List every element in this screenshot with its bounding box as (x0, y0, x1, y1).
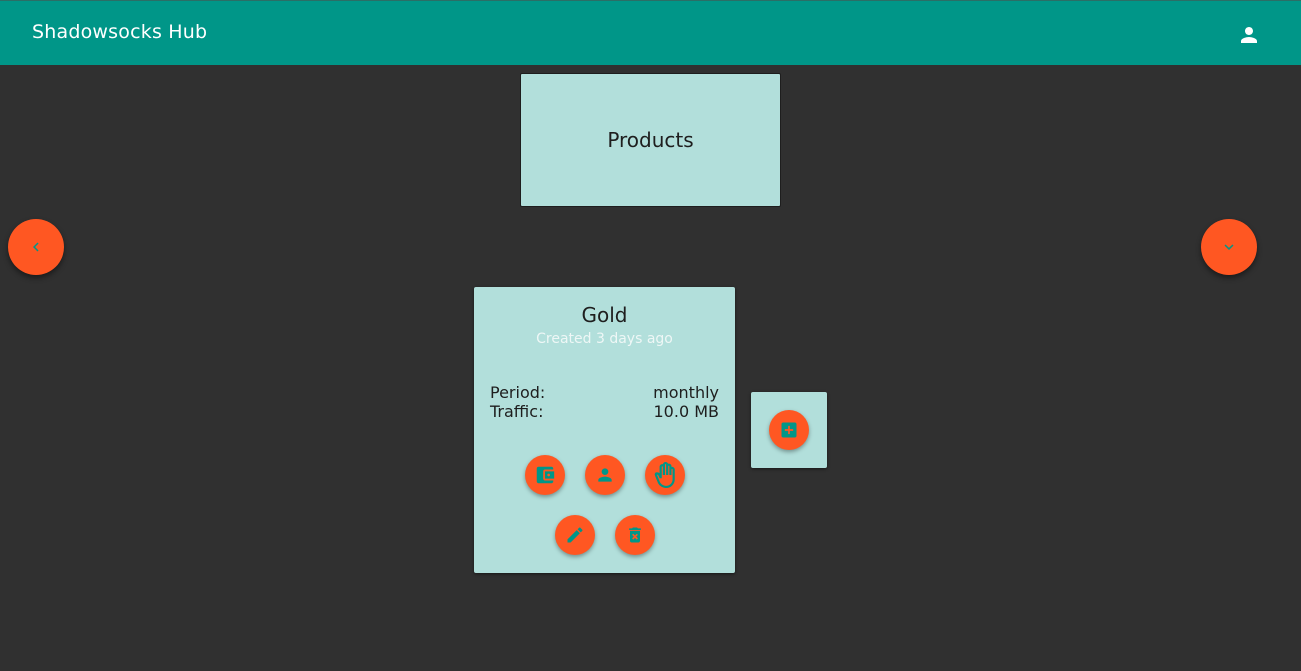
hand-icon (652, 462, 678, 488)
products-header: Products (520, 73, 781, 207)
account-button[interactable] (1229, 15, 1269, 55)
product-created: Created 3 days ago (536, 331, 673, 347)
wallet-button[interactable] (525, 455, 565, 495)
stop-button[interactable] (645, 455, 685, 495)
chevron-down-icon (1220, 238, 1238, 256)
users-button[interactable] (585, 455, 625, 495)
product-name: Gold (581, 303, 628, 327)
add-box-icon (779, 420, 799, 440)
app-bar: Shadowsocks Hub (0, 0, 1301, 65)
edit-icon (565, 525, 585, 545)
section-title: Products (607, 128, 694, 152)
wallet-icon (534, 464, 556, 486)
traffic-label: Traffic: (490, 402, 544, 421)
account-icon (1237, 23, 1261, 47)
period-label: Period: (490, 383, 546, 402)
previous-button[interactable] (8, 219, 64, 275)
add-product-button[interactable] (769, 410, 809, 450)
app-title: Shadowsocks Hub (32, 21, 208, 43)
add-product-card (751, 392, 827, 468)
product-card: Gold Created 3 days ago Period: monthly … (474, 287, 735, 573)
traffic-value: 10.0 MB (653, 402, 720, 421)
expand-button[interactable] (1201, 219, 1257, 275)
edit-button[interactable] (555, 515, 595, 555)
delete-button[interactable] (615, 515, 655, 555)
chevron-left-icon (27, 238, 45, 256)
person-icon (595, 465, 615, 485)
period-value: monthly (653, 383, 719, 402)
delete-icon (625, 525, 645, 545)
